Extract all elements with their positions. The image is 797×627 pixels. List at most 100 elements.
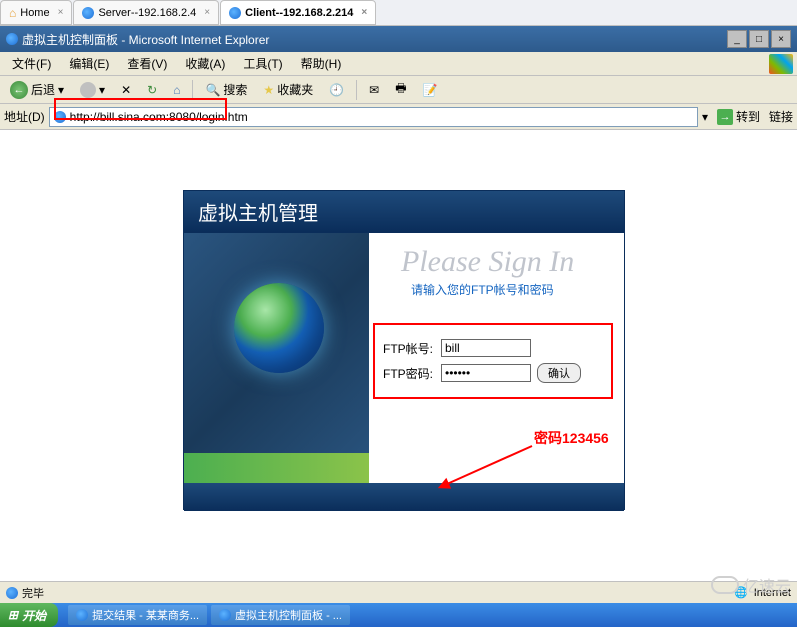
home-icon: ⌂ bbox=[9, 6, 16, 20]
print-icon: 🖶 bbox=[395, 79, 406, 100]
close-icon[interactable]: × bbox=[58, 7, 64, 18]
refresh-icon: ↻ bbox=[147, 83, 157, 97]
stop-button[interactable]: ✕ bbox=[115, 81, 137, 99]
back-button[interactable]: ← 后退 ▾ bbox=[4, 79, 70, 101]
ftp-pass-input[interactable] bbox=[441, 364, 531, 382]
tab-label: Home bbox=[20, 7, 49, 19]
panel-footer bbox=[184, 483, 624, 511]
submit-button[interactable]: 确认 bbox=[537, 363, 581, 383]
ie-icon bbox=[82, 7, 94, 19]
panel-header: 虚拟主机管理 bbox=[184, 191, 624, 233]
start-label: 开始 bbox=[22, 607, 46, 624]
dropdown-icon[interactable]: ▾ bbox=[702, 110, 708, 124]
form-highlight-annotation: FTP帐号: FTP密码: 确认 bbox=[373, 323, 613, 399]
close-icon[interactable]: × bbox=[204, 7, 210, 18]
globe-icon bbox=[234, 283, 324, 373]
menu-view[interactable]: 查看(V) bbox=[119, 52, 175, 75]
cloud-icon bbox=[711, 576, 739, 594]
taskbar: ⊞ 开始 提交结果 - 某某商务... 虚拟主机控制面板 - ... bbox=[0, 603, 797, 627]
home-button[interactable]: ⌂ bbox=[167, 81, 186, 99]
maximize-button[interactable]: □ bbox=[749, 30, 769, 48]
edit-button[interactable]: 📝 bbox=[417, 81, 444, 99]
mail-icon: ✉ bbox=[369, 83, 379, 97]
signin-subtitle: 请输入您的FTP帐号和密码 bbox=[381, 281, 612, 298]
menu-file[interactable]: 文件(F) bbox=[4, 52, 59, 75]
separator bbox=[192, 80, 193, 100]
taskbar-item[interactable]: 虚拟主机控制面板 - ... bbox=[211, 605, 350, 625]
go-icon: → bbox=[717, 109, 733, 125]
watermark-text: 亿速云 bbox=[743, 573, 791, 597]
ie-icon bbox=[76, 609, 88, 621]
taskbar-item[interactable]: 提交结果 - 某某商务... bbox=[68, 605, 207, 625]
edit-icon: 📝 bbox=[423, 83, 438, 97]
mail-button[interactable]: ✉ bbox=[363, 81, 385, 99]
menu-help[interactable]: 帮助(H) bbox=[293, 52, 350, 75]
history-icon: 🕘 bbox=[329, 83, 344, 97]
title-bar: 虚拟主机控制面板 - Microsoft Internet Explorer _… bbox=[0, 26, 797, 52]
toolbar: ← 后退 ▾ ▾ ✕ ↻ ⌂ 🔍 搜索 ★ 收藏夹 🕘 ✉ 🖶 📝 bbox=[0, 76, 797, 104]
tab-server[interactable]: Server--192.168.2.4 × bbox=[73, 0, 219, 25]
forward-icon bbox=[80, 82, 96, 98]
panel-graphic bbox=[184, 233, 369, 483]
links-label[interactable]: 链接 bbox=[769, 108, 793, 125]
password-annotation: 密码123456 bbox=[534, 428, 609, 448]
signin-title: Please Sign In bbox=[381, 245, 612, 279]
tab-label: Server--192.168.2.4 bbox=[98, 7, 196, 19]
separator bbox=[356, 80, 357, 100]
stop-icon: ✕ bbox=[121, 83, 131, 97]
search-icon: 🔍 bbox=[205, 83, 220, 97]
go-label: 转到 bbox=[736, 108, 760, 125]
go-button[interactable]: → 转到 bbox=[712, 106, 765, 127]
page-icon bbox=[54, 111, 66, 123]
ftp-user-input[interactable] bbox=[441, 339, 531, 357]
annotation-arrow bbox=[442, 442, 542, 482]
star-icon: ★ bbox=[263, 83, 274, 97]
ie-icon bbox=[229, 7, 241, 19]
chevron-down-icon: ▾ bbox=[58, 83, 64, 97]
login-panel: 虚拟主机管理 Please Sign In 请输入您的FTP帐号和密码 FTP帐… bbox=[183, 190, 625, 510]
window-title: 虚拟主机控制面板 - Microsoft Internet Explorer bbox=[22, 31, 269, 48]
menu-bar: 文件(F) 编辑(E) 查看(V) 收藏(A) 工具(T) 帮助(H) bbox=[0, 52, 797, 76]
start-button[interactable]: ⊞ 开始 bbox=[0, 603, 58, 627]
print-button[interactable]: 🖶 bbox=[389, 77, 412, 102]
close-button[interactable]: × bbox=[771, 30, 791, 48]
status-text: 完毕 bbox=[22, 585, 44, 601]
ie-icon bbox=[6, 33, 18, 45]
tab-home[interactable]: ⌂ Home × bbox=[0, 0, 72, 25]
address-bar: 地址(D) http://bill.sina.com:8080/login.ht… bbox=[0, 104, 797, 130]
favorites-button[interactable]: ★ 收藏夹 bbox=[257, 79, 319, 100]
address-input[interactable]: http://bill.sina.com:8080/login.htm bbox=[49, 107, 698, 127]
page-icon bbox=[6, 587, 18, 599]
close-icon[interactable]: × bbox=[361, 7, 367, 18]
refresh-button[interactable]: ↻ bbox=[141, 81, 163, 99]
address-label: 地址(D) bbox=[4, 108, 45, 125]
history-button[interactable]: 🕘 bbox=[323, 81, 350, 99]
menu-tools[interactable]: 工具(T) bbox=[235, 52, 290, 75]
favorites-label: 收藏夹 bbox=[277, 81, 313, 98]
watermark: 亿速云 bbox=[711, 573, 791, 597]
search-button[interactable]: 🔍 搜索 bbox=[199, 79, 253, 100]
chevron-down-icon: ▾ bbox=[99, 83, 105, 97]
content-area: 虚拟主机管理 Please Sign In 请输入您的FTP帐号和密码 FTP帐… bbox=[0, 130, 797, 590]
ftp-user-label: FTP帐号: bbox=[383, 340, 435, 357]
task-label: 提交结果 - 某某商务... bbox=[92, 607, 199, 623]
ftp-pass-label: FTP密码: bbox=[383, 365, 435, 382]
decoration-bar bbox=[184, 453, 369, 483]
menu-edit[interactable]: 编辑(E) bbox=[61, 52, 117, 75]
search-label: 搜索 bbox=[223, 81, 247, 98]
forward-button[interactable]: ▾ bbox=[74, 80, 111, 100]
minimize-button[interactable]: _ bbox=[727, 30, 747, 48]
windows-logo-icon bbox=[769, 54, 793, 74]
tab-client[interactable]: Client--192.168.2.214 × bbox=[220, 0, 376, 25]
menu-favorites[interactable]: 收藏(A) bbox=[177, 52, 233, 75]
status-bar: 完毕 🌐 Internet bbox=[0, 581, 797, 603]
home-icon: ⌂ bbox=[173, 83, 180, 97]
browser-tabs: ⌂ Home × Server--192.168.2.4 × Client--1… bbox=[0, 0, 797, 26]
address-url: http://bill.sina.com:8080/login.htm bbox=[70, 110, 248, 124]
ie-icon bbox=[219, 609, 231, 621]
tab-label: Client--192.168.2.214 bbox=[245, 7, 353, 19]
back-label: 后退 bbox=[31, 81, 55, 98]
task-label: 虚拟主机控制面板 - ... bbox=[235, 607, 342, 623]
back-icon: ← bbox=[10, 81, 28, 99]
panel-title: 虚拟主机管理 bbox=[198, 197, 318, 226]
